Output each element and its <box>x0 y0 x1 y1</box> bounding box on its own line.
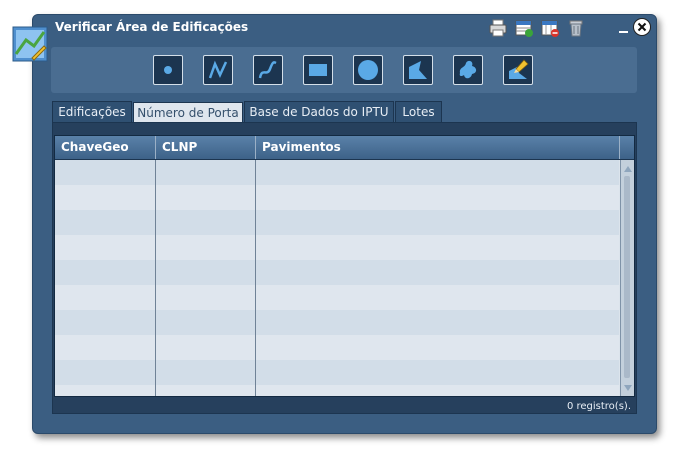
empty-row <box>55 210 619 235</box>
rectangle-icon <box>309 64 327 76</box>
empty-row <box>55 185 619 210</box>
empty-row <box>55 385 619 396</box>
scroll-track[interactable] <box>624 176 630 378</box>
polyline-icon <box>208 60 228 79</box>
drawing-toolbar <box>51 47 637 93</box>
empty-row <box>55 160 619 185</box>
calendar-delete-icon[interactable] <box>540 18 560 38</box>
rectangle-tool-button[interactable] <box>303 55 333 85</box>
scroll-down-icon[interactable] <box>622 380 634 394</box>
vertical-scrollbar[interactable] <box>620 160 634 396</box>
empty-row <box>55 235 619 260</box>
circle-tool-button[interactable] <box>353 55 383 85</box>
column-header-clnp[interactable]: CLNP <box>156 136 256 159</box>
tab-lotes[interactable]: Lotes <box>395 101 442 122</box>
pencil-icon <box>509 59 529 79</box>
polygon-icon <box>409 61 427 79</box>
polygon-tool-button[interactable] <box>403 55 433 85</box>
column-divider <box>255 160 256 396</box>
freehand-polygon-tool-button[interactable] <box>453 55 483 85</box>
circle-icon <box>358 60 378 80</box>
close-icon[interactable] <box>633 18 651 36</box>
empty-row <box>55 285 619 310</box>
grid-header: ChaveGeo CLNP Pavimentos <box>55 136 634 160</box>
trash-icon[interactable] <box>566 18 586 38</box>
column-header-pavimentos[interactable]: Pavimentos <box>256 136 620 159</box>
window-title: Verificar Área de Edificações <box>55 20 249 34</box>
column-header-chavegeo[interactable]: ChaveGeo <box>55 136 156 159</box>
edit-tool-button[interactable] <box>503 55 533 85</box>
minimize-icon[interactable] <box>617 19 631 35</box>
grid-panel: ChaveGeo CLNP Pavimentos 0 registro(s). <box>52 122 637 414</box>
column-divider <box>155 160 156 396</box>
tab-edificacoes[interactable]: Edificações <box>52 101 132 122</box>
app-map-edit-icon <box>12 26 48 62</box>
title-toolbar <box>488 18 586 40</box>
tab-numero-de-porta[interactable]: Número de Porta <box>133 102 243 123</box>
point-tool-button[interactable] <box>153 55 183 85</box>
results-grid: ChaveGeo CLNP Pavimentos <box>54 135 635 397</box>
polyline-tool-button[interactable] <box>203 55 233 85</box>
tab-base-de-dados-iptu[interactable]: Base de Dados do IPTU <box>244 101 394 122</box>
export-grid-icon[interactable] <box>514 18 534 38</box>
grid-body <box>55 160 619 396</box>
freehand-polygon-icon <box>459 60 477 79</box>
print-icon[interactable] <box>488 18 508 38</box>
empty-row <box>55 360 619 385</box>
freehand-line-icon <box>258 61 277 79</box>
freehand-line-tool-button[interactable] <box>253 55 283 85</box>
point-icon <box>164 66 172 74</box>
verify-area-window: Verificar Área de Edificações Edificaçõe… <box>32 14 657 434</box>
empty-row <box>55 335 619 360</box>
empty-row <box>55 260 619 285</box>
scroll-up-icon[interactable] <box>622 161 634 175</box>
record-count: 0 registro(s). <box>566 401 631 412</box>
empty-row <box>55 310 619 335</box>
